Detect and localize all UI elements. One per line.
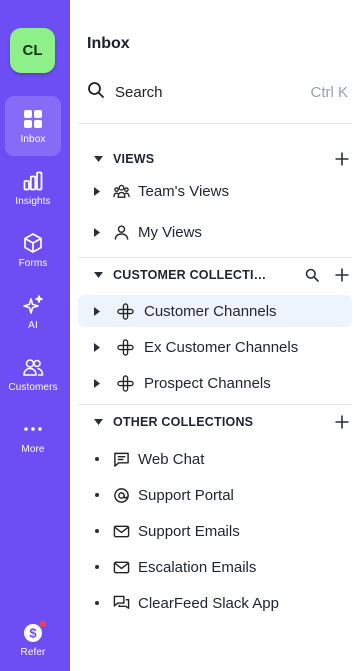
bar-chart-icon — [22, 170, 44, 192]
grid-icon — [22, 108, 44, 130]
divider — [78, 404, 352, 405]
add-collection-button[interactable] — [332, 265, 352, 285]
caret-right-icon[interactable] — [92, 378, 102, 388]
slack-icon — [116, 374, 134, 392]
section-title: OTHER COLLECTIONS — [113, 415, 254, 429]
rail-item-label: Forms — [18, 257, 48, 269]
section-title: VIEWS — [113, 152, 155, 166]
search-shortcut: Ctrl K — [310, 83, 349, 101]
rail-item-more[interactable]: More — [5, 406, 61, 466]
rail-item-label: AI — [28, 319, 38, 331]
rail-item-ai[interactable]: AI — [5, 282, 61, 342]
bullet — [92, 565, 102, 569]
caret-right-icon[interactable] — [92, 186, 102, 196]
cube-icon — [22, 232, 44, 254]
rail-item-label: Insights — [15, 195, 51, 207]
collection-label: Support Emails — [138, 522, 240, 540]
person-icon — [112, 223, 130, 241]
view-label: Team's Views — [138, 182, 229, 200]
dots-icon — [22, 418, 44, 440]
divider — [78, 123, 352, 124]
rail-item-customers[interactable]: Customers — [5, 344, 61, 404]
caret-down-icon[interactable] — [91, 156, 105, 162]
mail-icon — [112, 558, 130, 576]
section-customer-collections-header[interactable]: CUSTOMER COLLECTIONS — [78, 261, 352, 289]
slack-icon — [116, 302, 134, 320]
collection-item-customer-channels[interactable]: Customer Channels — [78, 295, 352, 327]
collection-item-support-portal[interactable]: Support Portal — [78, 479, 352, 511]
mail-icon — [112, 522, 130, 540]
rail-item-forms[interactable]: Forms — [5, 220, 61, 280]
rail-item-insights[interactable]: Insights — [5, 158, 61, 218]
caret-down-icon[interactable] — [91, 272, 105, 278]
section-other-collections-header[interactable]: OTHER COLLECTIONS — [78, 408, 352, 436]
at-icon — [112, 486, 130, 504]
svg-text:$: $ — [29, 625, 37, 640]
collection-item-web-chat[interactable]: Web Chat — [78, 443, 352, 475]
collection-item-clearfeed-slack-app[interactable]: ClearFeed Slack App — [78, 587, 352, 619]
collection-label: Customer Channels — [144, 302, 277, 320]
collection-label: Web Chat — [138, 450, 205, 468]
rail-item-label: Refer — [20, 646, 46, 658]
team-icon — [112, 182, 130, 200]
collection-item-support-emails[interactable]: Support Emails — [78, 515, 352, 547]
view-item-my-views[interactable]: My Views — [78, 216, 352, 248]
search-input[interactable]: Search Ctrl K — [78, 76, 348, 108]
divider — [78, 257, 352, 258]
slack-icon — [116, 338, 134, 356]
page-title: Inbox — [87, 35, 130, 52]
section-title: CUSTOMER COLLECTIONS — [113, 268, 276, 282]
caret-right-icon[interactable] — [92, 227, 102, 237]
collection-label: Ex Customer Channels — [144, 338, 299, 356]
chat-stack-icon — [112, 594, 130, 612]
collection-label: Prospect Channels — [144, 374, 271, 392]
dollar-badge-icon: $ — [23, 620, 46, 643]
inbox-panel: Inbox Search Ctrl K VIEWS Team's Views M… — [70, 0, 354, 671]
add-other-collection-button[interactable] — [332, 412, 352, 432]
rail-item-label: More — [21, 443, 45, 455]
rail-item-inbox[interactable]: Inbox — [5, 96, 61, 156]
bullet — [92, 529, 102, 533]
search-collections-button[interactable] — [302, 265, 322, 285]
rail-item-label: Inbox — [20, 133, 46, 145]
collection-label: Support Portal — [138, 486, 234, 504]
bullet — [92, 457, 102, 461]
section-views-header[interactable]: VIEWS — [78, 145, 352, 173]
collection-item-prospect-channels[interactable]: Prospect Channels — [78, 367, 352, 399]
caret-down-icon[interactable] — [91, 419, 105, 425]
bullet — [92, 493, 102, 497]
notification-dot — [40, 620, 46, 627]
chat-icon — [112, 450, 130, 468]
left-rail: CL Inbox Insights Forms AI Customers Mor… — [0, 0, 70, 671]
rail-item-label: Customers — [8, 381, 58, 393]
workspace-avatar[interactable]: CL — [10, 28, 55, 73]
bullet — [92, 601, 102, 605]
view-label: My Views — [138, 223, 202, 241]
search-icon — [78, 81, 105, 104]
collection-item-escalation-emails[interactable]: Escalation Emails — [78, 551, 352, 583]
collection-item-ex-customer-channels[interactable]: Ex Customer Channels — [78, 331, 352, 363]
search-placeholder: Search — [115, 83, 163, 101]
rail-item-refer[interactable]: $ Refer — [5, 610, 61, 670]
avatar-initials: CL — [22, 42, 43, 59]
view-item-teams-views[interactable]: Team's Views — [78, 175, 352, 207]
add-view-button[interactable] — [332, 149, 352, 169]
people-icon — [22, 356, 44, 378]
collection-label: ClearFeed Slack App — [138, 594, 279, 612]
caret-right-icon[interactable] — [92, 306, 102, 316]
collection-label: Escalation Emails — [138, 558, 257, 576]
caret-right-icon[interactable] — [92, 342, 102, 352]
sparkle-icon — [22, 294, 44, 316]
